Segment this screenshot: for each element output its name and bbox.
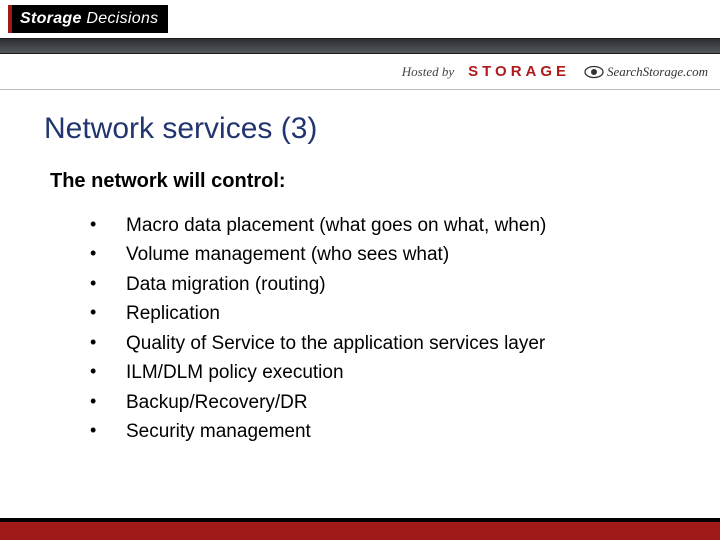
brand-word-storage: Storage bbox=[20, 10, 82, 27]
list-item: Volume management (who sees what) bbox=[90, 240, 676, 269]
bullet-list: Macro data placement (what goes on what,… bbox=[90, 211, 676, 447]
list-item: Security management bbox=[90, 417, 676, 446]
searchstorage-text: SearchStorage.com bbox=[607, 64, 708, 80]
nav-strip bbox=[0, 38, 720, 54]
list-item: Data migration (routing) bbox=[90, 270, 676, 299]
list-item: ILM/DLM policy execution bbox=[90, 358, 676, 387]
storage-logo: STORAGE bbox=[468, 63, 570, 80]
list-item: Replication bbox=[90, 299, 676, 328]
brand-logo: Storage Decisions bbox=[8, 5, 168, 33]
hosted-row: Hosted by STORAGE SearchStorage.com bbox=[0, 54, 720, 90]
top-bar: Storage Decisions bbox=[0, 0, 720, 38]
list-item: Macro data placement (what goes on what,… bbox=[90, 211, 676, 240]
hosted-by-label: Hosted by bbox=[402, 64, 454, 80]
searchstorage-logo: SearchStorage.com bbox=[584, 64, 708, 80]
slide-title: Network services (3) bbox=[44, 112, 676, 146]
list-item: Backup/Recovery/DR bbox=[90, 388, 676, 417]
slide-intro: The network will control: bbox=[50, 170, 676, 193]
slide-content: Network services (3) The network will co… bbox=[0, 90, 720, 447]
brand-word-decisions: Decisions bbox=[86, 10, 158, 27]
list-item: Quality of Service to the application se… bbox=[90, 329, 676, 358]
footer-bar bbox=[0, 518, 720, 540]
eye-icon bbox=[584, 65, 604, 79]
